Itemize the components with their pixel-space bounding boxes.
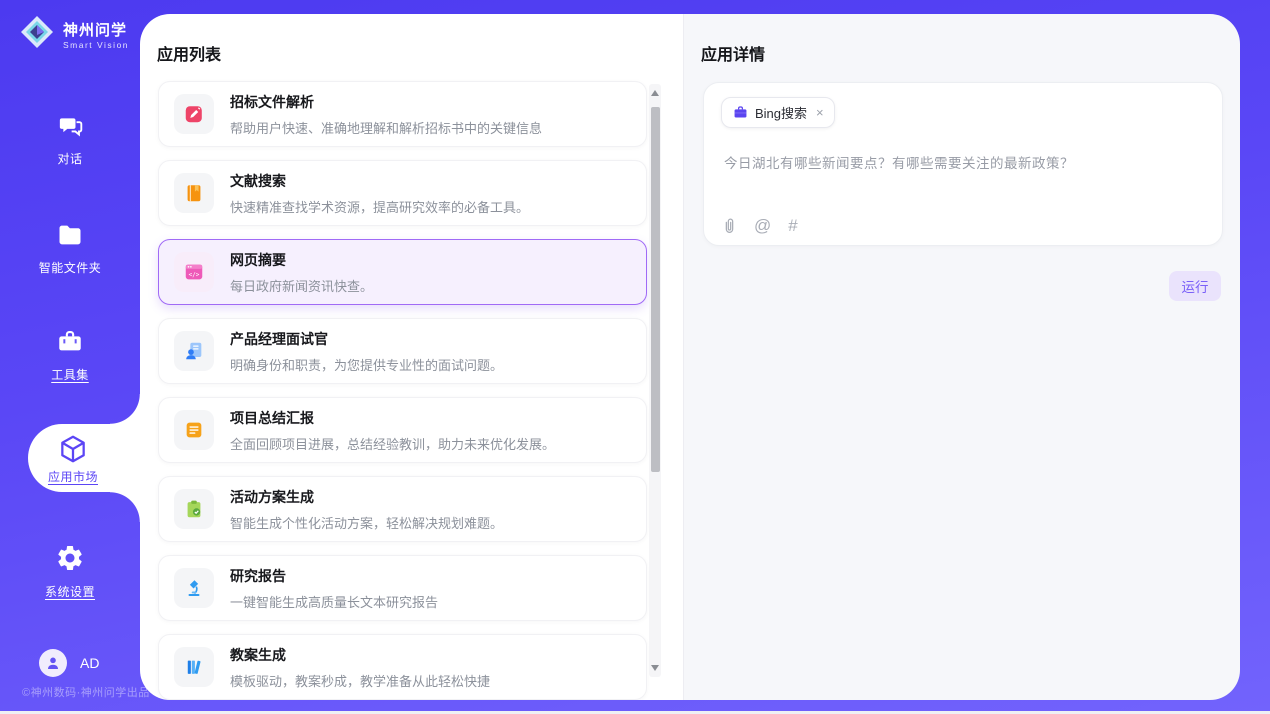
app-desc: 明确身份和职责，为您提供专业性的面试问题。 (230, 355, 503, 374)
query-text[interactable]: 今日湖北有哪些新闻要点？有哪些需要关注的最新政策？ (724, 152, 1074, 172)
app-card-research-report[interactable]: 研究报告 一键智能生成高质量长文本研究报告 (158, 555, 647, 621)
edit-document-icon (174, 94, 214, 134)
books-icon (174, 647, 214, 687)
cube-icon (57, 433, 89, 470)
app-card-pm-interviewer[interactable]: 产品经理面试官 明确身份和职责，为您提供专业性的面试问题。 (158, 318, 647, 384)
app-desc: 智能生成个性化活动方案，轻松解决规划难题。 (230, 513, 503, 532)
sidebar-item-chat[interactable]: 对话 (0, 112, 140, 168)
app-logo[interactable]: 神州问学 Smart Vision (18, 13, 129, 56)
app-detail-title: 应用详情 (701, 41, 765, 65)
sidebar-item-chat-label: 对话 (57, 152, 82, 166)
sidebar-item-settings[interactable]: 系统设置 (0, 543, 140, 601)
clipboard-check-icon (174, 489, 214, 529)
user-initials: AD (80, 655, 99, 671)
sidebar-item-smart-folder-label: 智能文件夹 (39, 261, 102, 275)
run-button[interactable]: 运行 (1169, 271, 1221, 301)
scrollbar-thumb[interactable] (651, 107, 660, 472)
microscope-icon (174, 568, 214, 608)
app-card-literature-search[interactable]: 文献搜索 快速精准查找学术资源，提高研究效率的必备工具。 (158, 160, 647, 226)
scroll-up-icon[interactable] (651, 90, 659, 96)
app-name: 产品经理面试官 (230, 329, 503, 349)
scrollbar[interactable] (649, 84, 661, 677)
paperclip-icon[interactable] (722, 217, 737, 235)
tool-tag-bing-search[interactable]: Bing搜索 × (721, 97, 835, 128)
app-desc: 模板驱动，教案秒成，教学准备从此轻松快捷 (230, 671, 490, 690)
svg-text:</>: </> (189, 271, 200, 278)
app-name: 招标文件解析 (230, 92, 542, 112)
app-desc: 一键智能生成高质量长文本研究报告 (230, 592, 438, 611)
tool-tag-label: Bing搜索 (755, 103, 807, 122)
avatar (39, 649, 67, 677)
chat-icon (0, 112, 140, 145)
briefcase-icon (733, 105, 748, 120)
browser-code-icon: </> (174, 252, 214, 292)
app-name: 活动方案生成 (230, 487, 503, 507)
person-document-icon (174, 331, 214, 371)
brand-diamond-icon (18, 13, 56, 56)
sidebar-item-smart-folder[interactable]: 智能文件夹 (0, 221, 140, 277)
app-list-title: 应用列表 (157, 41, 221, 65)
app-card-list: 招标文件解析 帮助用户快速、准确地理解和解析招标书中的关键信息 文献搜索 快速精… (158, 81, 647, 700)
app-name: 网页摘要 (230, 250, 373, 270)
gear-icon (0, 543, 140, 578)
folder-icon (0, 221, 140, 254)
app-card-project-summary[interactable]: 项目总结汇报 全面回顾项目进展，总结经验教训，助力未来优化发展。 (158, 397, 647, 463)
app-card-event-plan[interactable]: 活动方案生成 智能生成个性化活动方案，轻松解决规划难题。 (158, 476, 647, 542)
app-list-panel: 应用列表 招标文件解析 帮助用户快速、准确地理解和解析招标书中的关键信息 (140, 14, 683, 700)
scroll-down-icon[interactable] (651, 665, 659, 671)
app-name: 教案生成 (230, 645, 490, 665)
hashtag-icon[interactable]: # (788, 216, 797, 236)
close-icon[interactable]: × (816, 105, 824, 120)
app-card-web-summary[interactable]: </> 网页摘要 每日政府新闻资讯快查。 (158, 239, 647, 305)
brand-subtitle: Smart Vision (63, 40, 129, 50)
main-content: 应用列表 招标文件解析 帮助用户快速、准确地理解和解析招标书中的关键信息 (140, 14, 1240, 700)
book-icon (174, 173, 214, 213)
toolbox-icon (0, 328, 140, 361)
app-desc: 全面回顾项目进展，总结经验教训，助力未来优化发展。 (230, 434, 555, 453)
app-desc: 快速精准查找学术资源，提高研究效率的必备工具。 (230, 197, 529, 216)
app-card-bid-parsing[interactable]: 招标文件解析 帮助用户快速、准确地理解和解析招标书中的关键信息 (158, 81, 647, 147)
sidebar-item-app-market-label: 应用市场 (28, 468, 118, 485)
app-name: 项目总结汇报 (230, 408, 555, 428)
app-name: 文献搜索 (230, 171, 529, 191)
mention-icon[interactable]: @ (754, 216, 771, 236)
copyright-text: ©神州数码·神州问学出品 (22, 684, 150, 700)
app-card-lesson-plan[interactable]: 教案生成 模板驱动，教案秒成，教学准备从此轻松快捷 (158, 634, 647, 700)
app-name: 研究报告 (230, 566, 438, 586)
sidebar-item-toolset[interactable]: 工具集 (0, 328, 140, 384)
brand-name: 神州问学 (63, 22, 127, 39)
app-desc: 帮助用户快速、准确地理解和解析招标书中的关键信息 (230, 118, 542, 137)
app-desc: 每日政府新闻资讯快查。 (230, 276, 373, 295)
app-detail-panel: 应用详情 Bing搜索 × 今日湖北有哪些新闻要点？有哪些需要关注的最新政策？ (683, 14, 1240, 700)
sidebar-item-settings-label: 系统设置 (45, 585, 95, 599)
sidebar: 神州问学 Smart Vision 对话 智能文件夹 (0, 0, 140, 711)
user-account[interactable]: AD (39, 649, 99, 677)
note-icon (174, 410, 214, 450)
query-input-card[interactable]: Bing搜索 × 今日湖北有哪些新闻要点？有哪些需要关注的最新政策？ @ # (703, 82, 1223, 246)
sidebar-item-toolset-label: 工具集 (51, 368, 89, 382)
sidebar-item-app-market[interactable]: 应用市场 (28, 424, 140, 492)
